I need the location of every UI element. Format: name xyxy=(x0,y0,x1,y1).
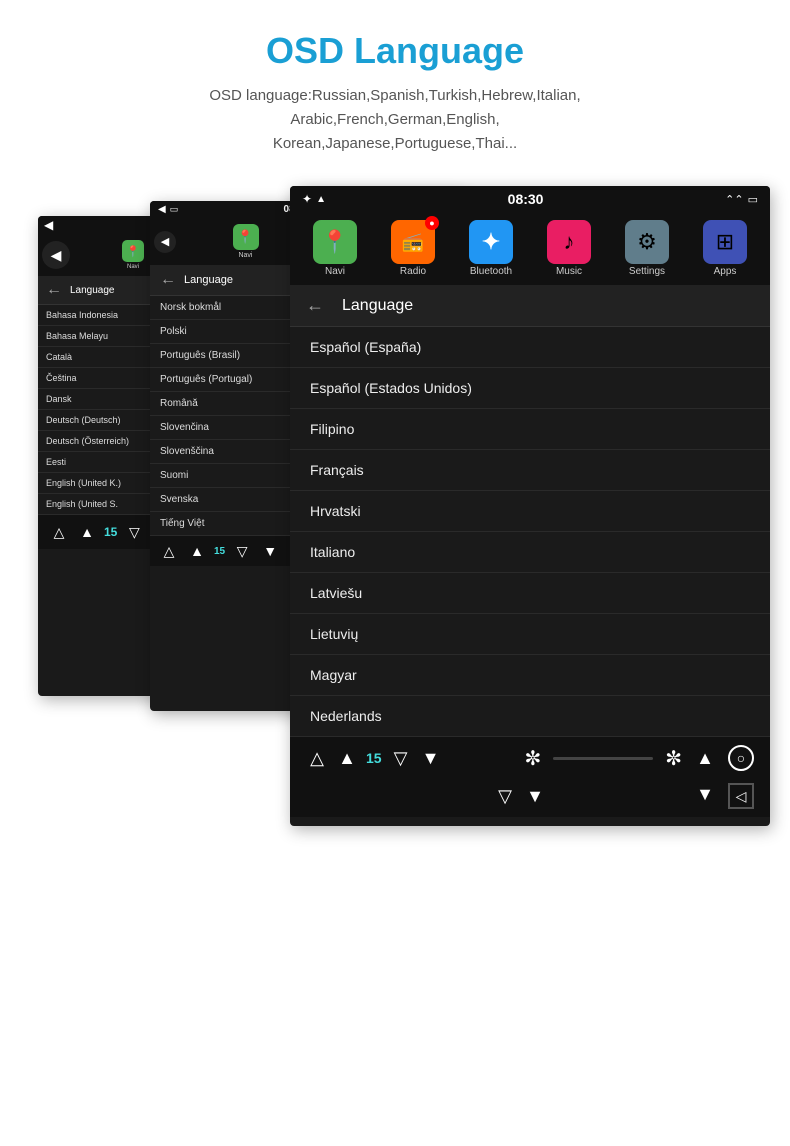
progress-bar-main[interactable] xyxy=(553,757,653,760)
down-right-filled[interactable]: ▼ xyxy=(694,783,716,805)
down-filled-2[interactable]: ▼ xyxy=(259,540,281,562)
radio-app[interactable]: 📻 ● Radio xyxy=(374,220,452,277)
status-right-main: ⌃⌃ ▭ xyxy=(725,193,758,206)
lang-header-main: ← Language xyxy=(290,285,770,327)
fan-left-icon: ✼ xyxy=(524,746,541,771)
navi-label-main: Navi xyxy=(325,266,345,277)
lang-back-2[interactable]: ← xyxy=(160,271,176,289)
radio-circle-main: 📻 ● xyxy=(391,220,435,264)
settings-circle-main: ⚙ xyxy=(625,220,669,264)
status-bar-main: ✦ ▲ 08:30 ⌃⌃ ▭ xyxy=(290,186,770,212)
bt-circle-main: ✦ xyxy=(469,220,513,264)
navi-circle-2: 📍 xyxy=(233,224,259,250)
navi-circle-1: 📍 xyxy=(122,240,144,262)
lang-nederlands[interactable]: Nederlands xyxy=(290,696,770,737)
music-label-main: Music xyxy=(556,266,582,277)
controls-left-2: △ ▲ 15 ▽ ▼ xyxy=(158,540,281,562)
settings-app[interactable]: ⚙ Settings xyxy=(608,220,686,277)
apps-label-main: Apps xyxy=(714,266,737,277)
signal-icon-main: ▲ xyxy=(316,194,326,205)
lang-espana[interactable]: Español (España) xyxy=(290,327,770,368)
page-description: OSD language:Russian,Spanish,Turkish,Heb… xyxy=(20,84,770,156)
fan-right-icon: ✼ xyxy=(665,746,682,771)
bt-label-main: Bluetooth xyxy=(470,266,512,277)
settings-label-main: Settings xyxy=(629,266,665,277)
up-filled-main[interactable]: ▲ xyxy=(336,747,358,769)
up-filled-2[interactable]: ▲ xyxy=(186,540,208,562)
lang-panel-main: ← Language Español (España) Español (Est… xyxy=(290,285,770,737)
down-arrow-1[interactable]: ▽ xyxy=(123,521,145,543)
lang-filipino[interactable]: Filipino xyxy=(290,409,770,450)
page-header: OSD Language OSD language:Russian,Spanis… xyxy=(0,0,790,166)
back-arrow-icon-1[interactable]: ◀ xyxy=(44,218,53,232)
down-row-filled[interactable]: ▼ xyxy=(524,785,546,807)
lang-magyar[interactable]: Magyar xyxy=(290,655,770,696)
navi-circle-main: 📍 xyxy=(313,220,357,264)
up-arrow-main[interactable]: △ xyxy=(306,747,328,769)
bottom-bar-main: △ ▲ 15 ▽ ▼ ✼ ✼ ▲ ○ xyxy=(290,737,770,779)
apps-app[interactable]: ⊞ Apps xyxy=(686,220,764,277)
lang-title-1: Language xyxy=(70,285,115,296)
lang-title-main: Language xyxy=(342,297,413,315)
status-left-main: ✦ ▲ xyxy=(302,192,326,206)
back-triangle-btn[interactable]: ◁ xyxy=(728,783,754,809)
navi-label-1: Navi xyxy=(127,264,139,270)
lang-back-1[interactable]: ← xyxy=(46,281,62,299)
nav-back-button-2[interactable]: ◀ xyxy=(154,231,176,253)
back-icon-2[interactable]: ◀ xyxy=(158,204,166,215)
number-2: 15 xyxy=(214,546,225,557)
arrows-icon-main: ⌃⌃ xyxy=(725,193,743,206)
music-circle-main: ♪ xyxy=(547,220,591,264)
lang-lietuviu[interactable]: Lietuvių xyxy=(290,614,770,655)
navi-app[interactable]: 📍 Navi xyxy=(296,220,374,277)
lang-latviesu[interactable]: Latviešu xyxy=(290,573,770,614)
bt-icon-main: ✦ xyxy=(302,192,312,206)
up-arrow-2[interactable]: △ xyxy=(158,540,180,562)
navi-label-2: Navi xyxy=(238,252,252,259)
up-filled-1[interactable]: ▲ xyxy=(76,521,98,543)
lang-estados[interactable]: Español (Estados Unidos) xyxy=(290,368,770,409)
lang-back-main[interactable]: ← xyxy=(306,295,324,316)
lang-list-main: Español (España) Español (Estados Unidos… xyxy=(290,327,770,737)
up-arrow-1[interactable]: △ xyxy=(48,521,70,543)
lang-hrvatski[interactable]: Hrvatski xyxy=(290,491,770,532)
bluetooth-app[interactable]: ✦ Bluetooth xyxy=(452,220,530,277)
lang-italiano[interactable]: Italiano xyxy=(290,532,770,573)
screenshots-container: ◀ 08:30 ⌃⌃ ▭ ◀ 📍 Navi 📻 ● Radio xyxy=(20,186,770,946)
controls-left-main: △ ▲ 15 ▽ ▼ xyxy=(306,747,442,769)
home-circle-btn[interactable]: ○ xyxy=(728,745,754,771)
apps-circle-main: ⊞ xyxy=(703,220,747,264)
down-arrow-2[interactable]: ▽ xyxy=(231,540,253,562)
sub-bottom-main: ▽ ▼ ▼ ◁ xyxy=(290,779,770,817)
down-main-row: ▽ ▼ xyxy=(494,785,546,807)
down-arrow-main[interactable]: ▽ xyxy=(390,747,412,769)
lang-title-2: Language xyxy=(184,274,233,286)
time-main: 08:30 xyxy=(508,191,544,207)
number-main: 15 xyxy=(366,750,382,766)
page-title: OSD Language xyxy=(20,30,770,72)
lang-francais[interactable]: Français xyxy=(290,450,770,491)
battery-icon-main: ▭ xyxy=(748,193,758,206)
controls-right-main: ✼ ✼ ▲ ○ xyxy=(524,745,754,771)
nav-back-button-1[interactable]: ◀ xyxy=(42,241,70,269)
nav-bar-main: 📍 Navi 📻 ● Radio ✦ Bluetooth ♪ Music ⚙ S xyxy=(290,212,770,285)
right-controls: ▼ ◁ xyxy=(694,783,754,809)
radio-label-main: Radio xyxy=(400,266,426,277)
music-app[interactable]: ♪ Music xyxy=(530,220,608,277)
wifi-icon-2: ▭ xyxy=(170,204,179,215)
screen-main: ✦ ▲ 08:30 ⌃⌃ ▭ 📍 Navi 📻 ● Radio xyxy=(290,186,770,826)
down-row-arrow[interactable]: ▽ xyxy=(494,785,516,807)
down-filled-main[interactable]: ▼ xyxy=(420,747,442,769)
up-btn-right[interactable]: ▲ xyxy=(694,747,716,769)
number-1: 15 xyxy=(104,525,117,539)
